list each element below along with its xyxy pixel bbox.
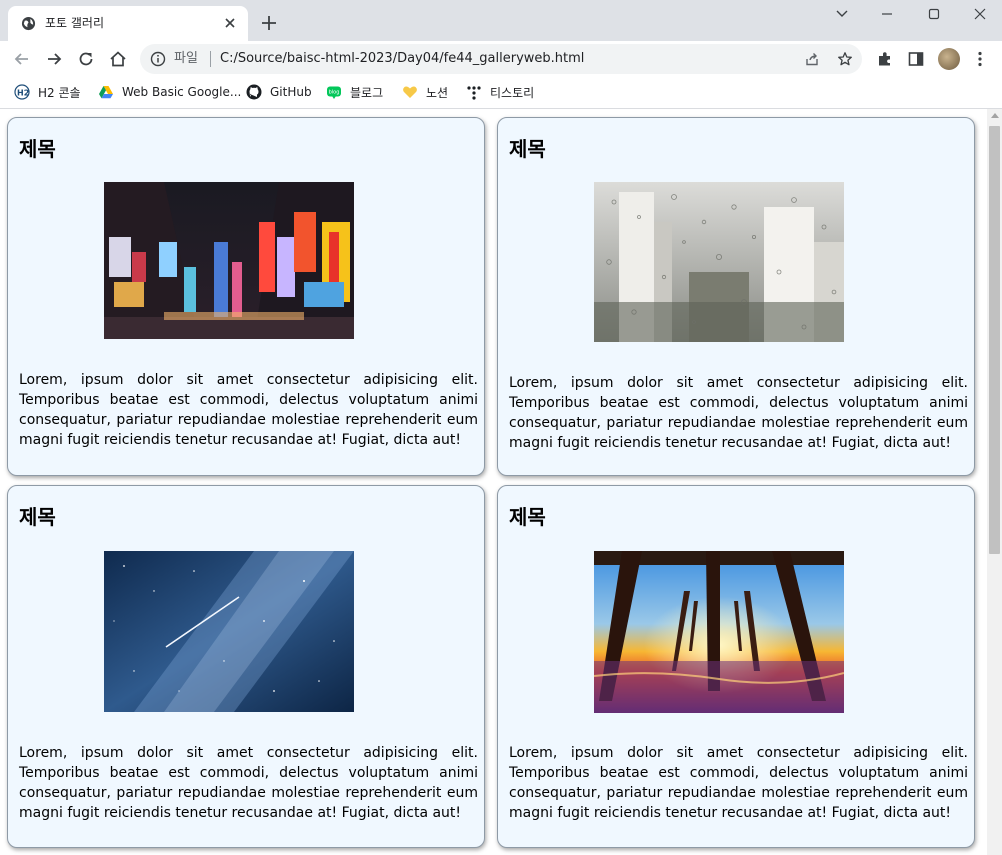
scroll-up-arrow-icon[interactable]	[991, 113, 999, 118]
gallery-card: 제목 Lorem, ipsum dolor sit amet consectet…	[7, 485, 485, 848]
card-description: Lorem, ipsum dolor sit amet consectetur …	[19, 372, 478, 448]
address-bar[interactable]: 파일 C:/Source/baisc-html-2023/Day04/fe44_…	[140, 44, 862, 74]
times-square-night-photo	[104, 182, 354, 339]
side-panel-icon[interactable]	[907, 50, 925, 68]
star-icon[interactable]	[837, 51, 853, 67]
gallery-card: 제목 Lorem, ipsum dolor sit amet consectet…	[497, 117, 975, 476]
browser-tab[interactable]: 포토 갤러리	[8, 6, 248, 41]
close-icon[interactable]	[222, 15, 238, 31]
heart-icon	[403, 86, 417, 98]
home-icon[interactable]	[108, 49, 128, 69]
reload-icon[interactable]	[76, 49, 96, 69]
browser-toolbar: 파일 C:/Source/baisc-html-2023/Day04/fe44_…	[0, 41, 1002, 77]
card-description: Lorem, ipsum dolor sit amet consectetur …	[509, 375, 968, 451]
blog-icon: blog	[327, 86, 341, 99]
bookmark-h2-console[interactable]: H2 H2 콘솔	[14, 82, 81, 102]
more-menu-icon[interactable]	[971, 50, 989, 68]
milky-way-shooting-star-photo	[104, 551, 354, 712]
gallery-card: 제목 Lorem, ipsum dolor sit amet consectet…	[497, 485, 975, 848]
scrollbar-thumb[interactable]	[989, 126, 1000, 554]
maximize-icon[interactable]	[923, 5, 945, 23]
bookmark-web-basic[interactable]: Web Basic Google...	[98, 82, 241, 102]
profile-avatar[interactable]	[938, 48, 960, 70]
bookmark-label: GitHub	[270, 85, 312, 99]
scheme-label: 파일	[174, 51, 198, 66]
gallery-card: 제목 Lorem, ipsum dolor sit amet consectet…	[7, 117, 485, 476]
bookmark-label: H2 콘솔	[38, 85, 81, 100]
svg-text:H2: H2	[17, 89, 29, 98]
tab-strip: 포토 갤러리	[0, 0, 1002, 41]
new-tab-icon[interactable]	[260, 14, 278, 32]
share-icon[interactable]	[804, 51, 820, 67]
bookmark-github[interactable]: GitHub	[246, 82, 312, 102]
github-icon	[246, 84, 262, 100]
card-title: 제목	[19, 137, 56, 161]
bookmarks-bar: H2 H2 콘솔 Web Basic Google... GitHub blog…	[0, 77, 1002, 109]
h2-icon: H2	[14, 84, 30, 100]
card-description: Lorem, ipsum dolor sit amet consectetur …	[19, 745, 478, 821]
bookmark-label: 티스토리	[490, 85, 535, 100]
google-drive-icon	[99, 86, 113, 99]
rainy-window-city-photo	[594, 182, 844, 342]
vertical-scrollbar[interactable]	[987, 109, 1002, 855]
info-icon[interactable]	[150, 51, 166, 67]
bookmark-label: 블로그	[350, 85, 384, 100]
card-title: 제목	[19, 505, 56, 529]
tistory-icon	[467, 86, 481, 100]
pier-sunset-photo	[594, 551, 844, 713]
omnibox-divider	[210, 51, 211, 67]
card-title: 제목	[509, 137, 546, 161]
page-viewport: 제목 Lorem, ipsum dolor sit amet consectet…	[0, 109, 987, 855]
bookmark-label: Web Basic Google...	[122, 85, 242, 99]
card-description: Lorem, ipsum dolor sit amet consectetur …	[509, 745, 968, 821]
url-text[interactable]: C:/Source/baisc-html-2023/Day04/fe44_gal…	[220, 50, 584, 68]
globe-icon	[21, 16, 36, 31]
forward-arrow-icon[interactable]	[44, 49, 64, 69]
card-title: 제목	[509, 505, 546, 529]
back-arrow-icon[interactable]	[12, 49, 32, 69]
bookmark-notion[interactable]: 노션	[402, 82, 448, 102]
tab-title: 포토 갤러리	[45, 16, 105, 30]
bookmark-label: 노션	[426, 85, 449, 100]
window-close-icon[interactable]	[969, 5, 991, 23]
bookmark-tistory[interactable]: 티스토리	[466, 82, 534, 102]
minimize-icon[interactable]	[876, 5, 898, 23]
bookmark-blog[interactable]: blog 블로그	[326, 82, 383, 102]
svg-text:blog: blog	[329, 90, 340, 96]
chevron-down-icon[interactable]	[831, 5, 853, 23]
extensions-puzzle-icon[interactable]	[876, 50, 894, 68]
